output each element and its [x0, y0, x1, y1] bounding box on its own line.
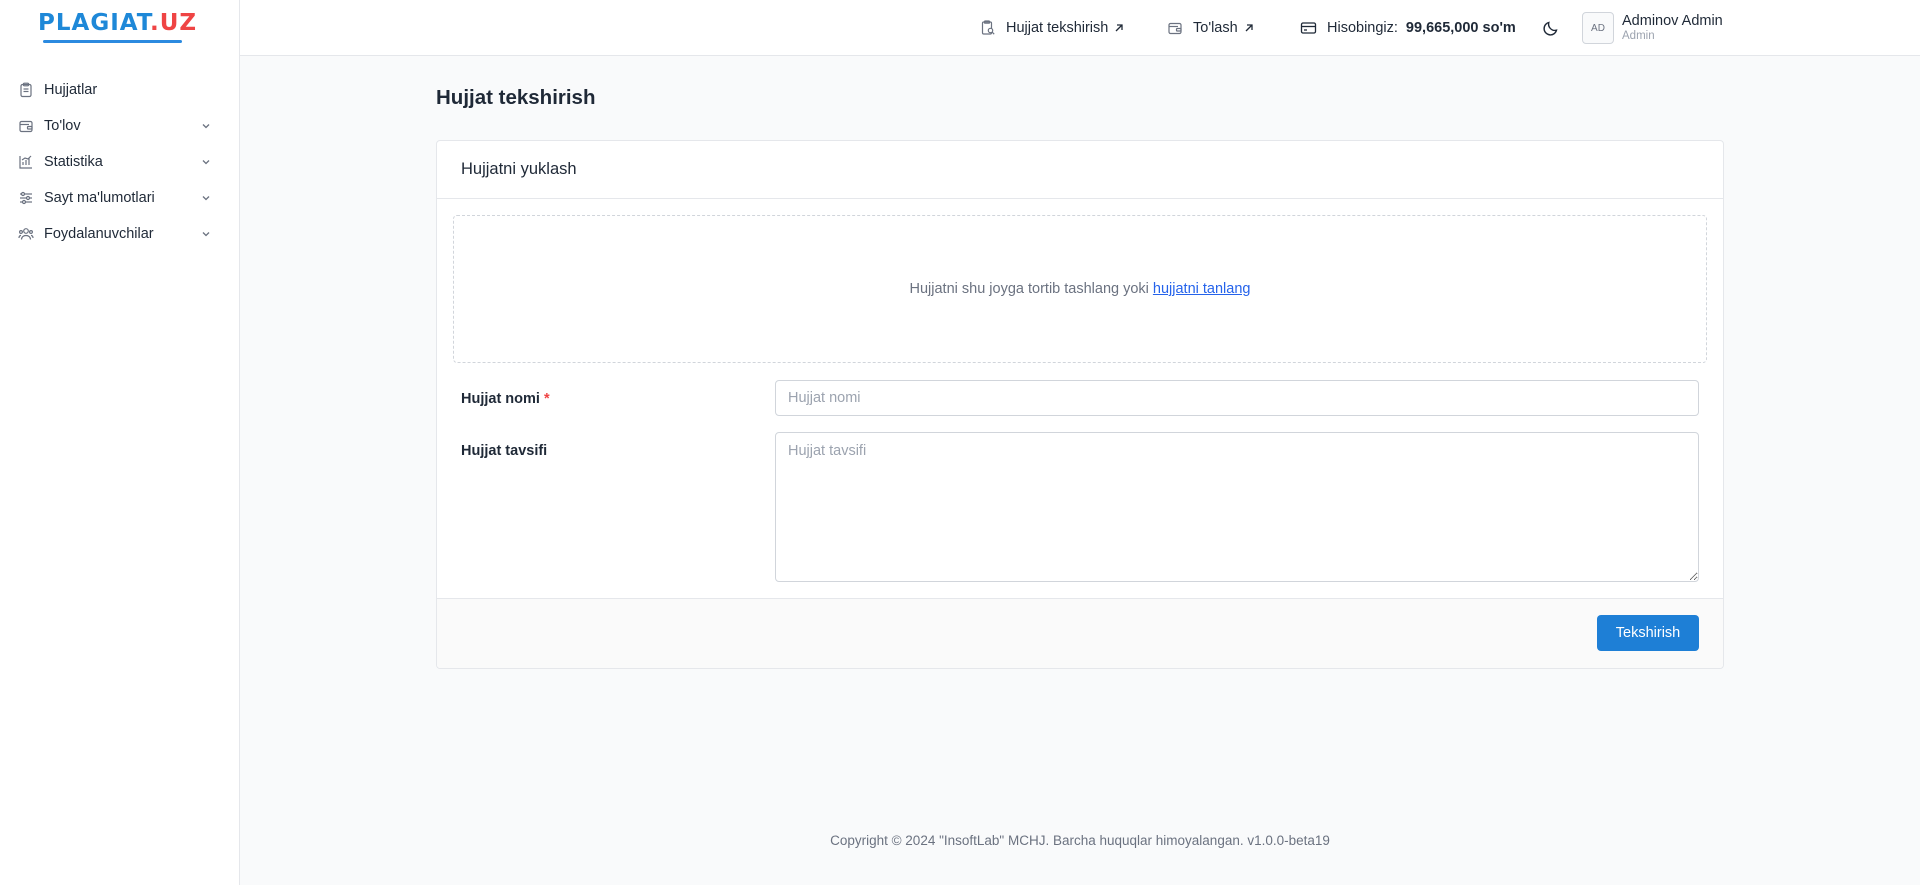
chevron-down-icon — [200, 228, 212, 240]
dropzone-text: Hujjatni shu joyga tortib tashlang yoki — [909, 281, 1149, 297]
header-pay-label: To'lash — [1193, 20, 1238, 36]
header-check-label: Hujjat tekshirish — [1006, 20, 1109, 36]
sidebar-item-label: Foydalanuvchilar — [44, 226, 154, 242]
header-pay-link[interactable]: To'lash — [1167, 0, 1255, 56]
user-name: Adminov Admin — [1622, 13, 1723, 30]
theme-toggle-button[interactable] — [1542, 0, 1560, 56]
balance-value: 99,665,000 so'm — [1405, 20, 1516, 36]
avatar: AD — [1582, 12, 1614, 44]
user-menu[interactable]: AD Adminov Admin Admin — [1582, 0, 1723, 56]
sidebar-item-sayt-malumotlari[interactable]: Sayt ma'lumotlari — [0, 180, 240, 216]
logo-underline — [43, 40, 182, 43]
document-name-label: Hujjat nomi * — [461, 391, 550, 407]
card-title: Hujjatni yuklash — [437, 141, 1723, 199]
header-check-document-link[interactable]: Hujjat tekshirish — [980, 0, 1125, 56]
users-icon — [18, 226, 34, 242]
chevron-down-icon — [200, 156, 212, 168]
moon-icon — [1542, 19, 1560, 37]
file-dropzone[interactable]: Hujjatni shu joyga tortib tashlang yoki … — [453, 215, 1707, 363]
chevron-down-icon — [200, 120, 212, 132]
sidebar-item-label: Statistika — [44, 154, 103, 170]
choose-file-link[interactable]: hujjatni tanlang — [1153, 281, 1251, 297]
header-balance: Hisobingiz: 99,665,000 so'm — [1300, 0, 1516, 56]
page-title: Hujjat tekshirish — [436, 86, 596, 109]
document-description-textarea[interactable] — [775, 432, 1699, 582]
sliders-icon — [18, 190, 34, 206]
logo[interactable]: PLAGIAT.UZ — [38, 10, 197, 36]
user-role: Admin — [1622, 29, 1655, 42]
wallet-icon — [1167, 20, 1183, 36]
document-name-label-text: Hujjat nomi — [461, 391, 540, 407]
document-clipboard-icon — [18, 82, 34, 98]
balance-label: Hisobingiz: — [1327, 20, 1398, 36]
sidebar-item-hujjatlar[interactable]: Hujjatlar — [0, 72, 240, 108]
credit-card-icon — [1300, 20, 1317, 36]
chart-icon — [18, 154, 34, 170]
top-header: Hujjat tekshirish To'lash Hisobingiz: 99… — [240, 0, 1920, 56]
external-arrow-icon — [1113, 22, 1125, 34]
sidebar-item-foydalanuvchilar[interactable]: Foydalanuvchilar — [0, 216, 240, 252]
sidebar-item-label: Hujjatlar — [44, 82, 98, 98]
sidebar: PLAGIAT.UZ Hujjatlar To'lov Statistika S… — [0, 0, 240, 885]
sidebar-item-tolov[interactable]: To'lov — [0, 108, 240, 144]
external-arrow-icon — [1243, 22, 1255, 34]
user-info: Adminov Admin Admin — [1622, 13, 1723, 43]
wallet-icon — [18, 118, 34, 134]
sidebar-item-label: Sayt ma'lumotlari — [44, 190, 155, 206]
sidebar-nav: Hujjatlar To'lov Statistika Sayt ma'lumo… — [0, 72, 240, 252]
document-name-input[interactable] — [775, 380, 1699, 416]
document-description-label: Hujjat tavsifi — [461, 443, 548, 459]
card-footer: Tekshirish — [437, 598, 1723, 668]
required-mark: * — [543, 391, 550, 407]
chevron-down-icon — [200, 192, 212, 204]
page-footer: Copyright © 2024 "InsoftLab" MCHJ. Barch… — [830, 833, 1330, 848]
logo-main-text: PLAGIAT — [38, 10, 150, 36]
upload-card: Hujjatni yuklash Hujjatni shu joyga tort… — [436, 140, 1724, 669]
sidebar-item-label: To'lov — [44, 118, 81, 134]
sidebar-item-statistika[interactable]: Statistika — [0, 144, 240, 180]
document-search-icon — [980, 20, 996, 36]
check-submit-button[interactable]: Tekshirish — [1597, 615, 1699, 651]
logo-suffix-text: .UZ — [149, 10, 198, 36]
